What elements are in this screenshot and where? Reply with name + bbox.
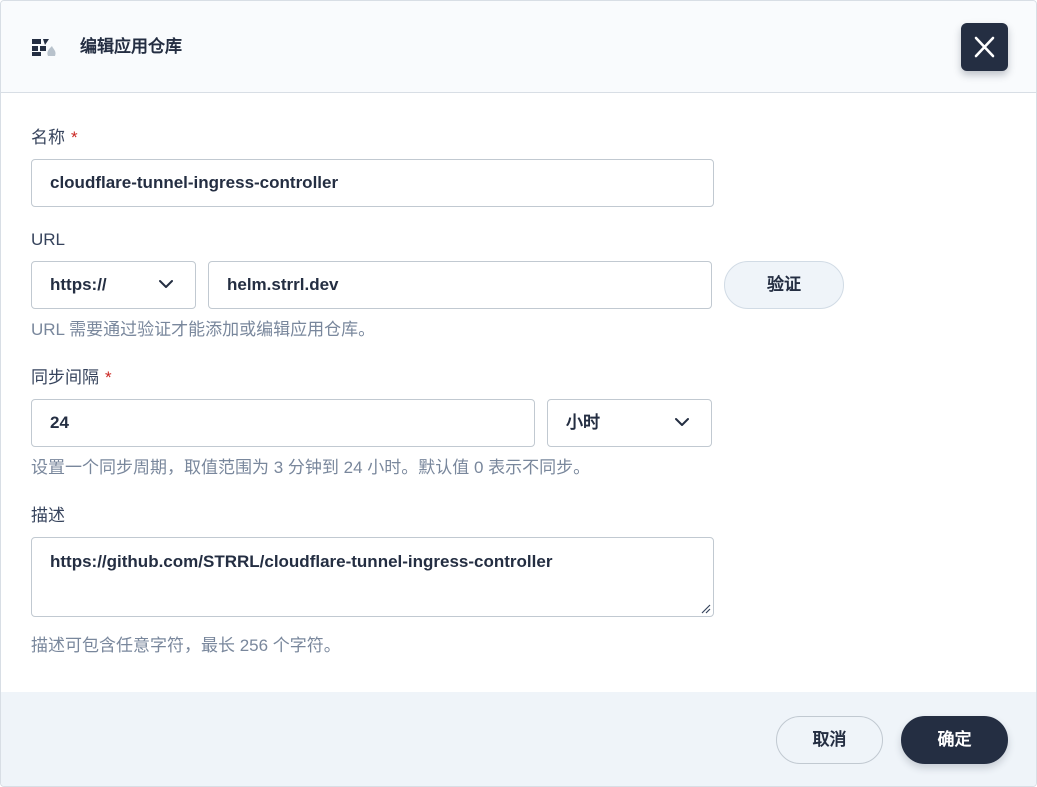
description-hint: 描述可包含任意字符，最长 256 个字符。 xyxy=(31,636,341,655)
dialog-footer: 取消 确定 xyxy=(1,692,1036,786)
name-input-value: cloudflare-tunnel-ingress-controller xyxy=(50,173,339,192)
protocol-select-value: https:// xyxy=(50,275,107,294)
name-input[interactable]: cloudflare-tunnel-ingress-controller xyxy=(31,159,714,207)
chevron-down-icon xyxy=(675,418,689,426)
required-mark: * xyxy=(71,128,78,147)
close-icon xyxy=(974,36,995,58)
description-textarea[interactable]: https://github.com/STRRL/cloudflare-tunn… xyxy=(31,537,714,617)
sync-interval-label: 同步间隔 * xyxy=(31,367,112,389)
name-label-text: 名称 xyxy=(31,128,65,147)
close-button[interactable] xyxy=(961,23,1008,71)
cancel-button[interactable]: 取消 xyxy=(776,716,883,764)
app-store-icon xyxy=(32,37,60,57)
sync-unit-select[interactable]: 小时 xyxy=(547,399,712,447)
chevron-down-icon xyxy=(159,280,173,288)
sync-interval-value: 24 xyxy=(50,413,69,432)
dialog-header: 编辑应用仓库 xyxy=(1,1,1036,93)
verify-button[interactable]: 验证 xyxy=(724,261,844,309)
description-label: 描述 xyxy=(31,506,65,525)
required-mark: * xyxy=(105,368,112,387)
protocol-select[interactable]: https:// xyxy=(31,261,196,309)
url-hint: URL 需要通过验证才能添加或编辑应用仓库。 xyxy=(31,320,376,339)
sync-interval-label-text: 同步间隔 xyxy=(31,368,99,387)
resize-handle-icon[interactable] xyxy=(699,602,711,614)
confirm-button[interactable]: 确定 xyxy=(901,716,1008,764)
url-input[interactable]: helm.strrl.dev xyxy=(208,261,712,309)
url-input-value: helm.strrl.dev xyxy=(227,275,339,294)
name-label: 名称 * xyxy=(31,127,78,149)
description-value: https://github.com/STRRL/cloudflare-tunn… xyxy=(50,552,553,571)
sync-unit-value: 小时 xyxy=(566,413,600,432)
sync-interval-input[interactable]: 24 xyxy=(31,399,535,447)
sync-interval-hint: 设置一个同步周期，取值范围为 3 分钟到 24 小时。默认值 0 表示不同步。 xyxy=(31,458,591,477)
edit-app-repo-dialog: 编辑应用仓库 名称 * cloudflare-tunnel-ingress-con… xyxy=(0,0,1037,787)
dialog-title: 编辑应用仓库 xyxy=(80,37,182,56)
url-label: URL xyxy=(31,230,66,249)
